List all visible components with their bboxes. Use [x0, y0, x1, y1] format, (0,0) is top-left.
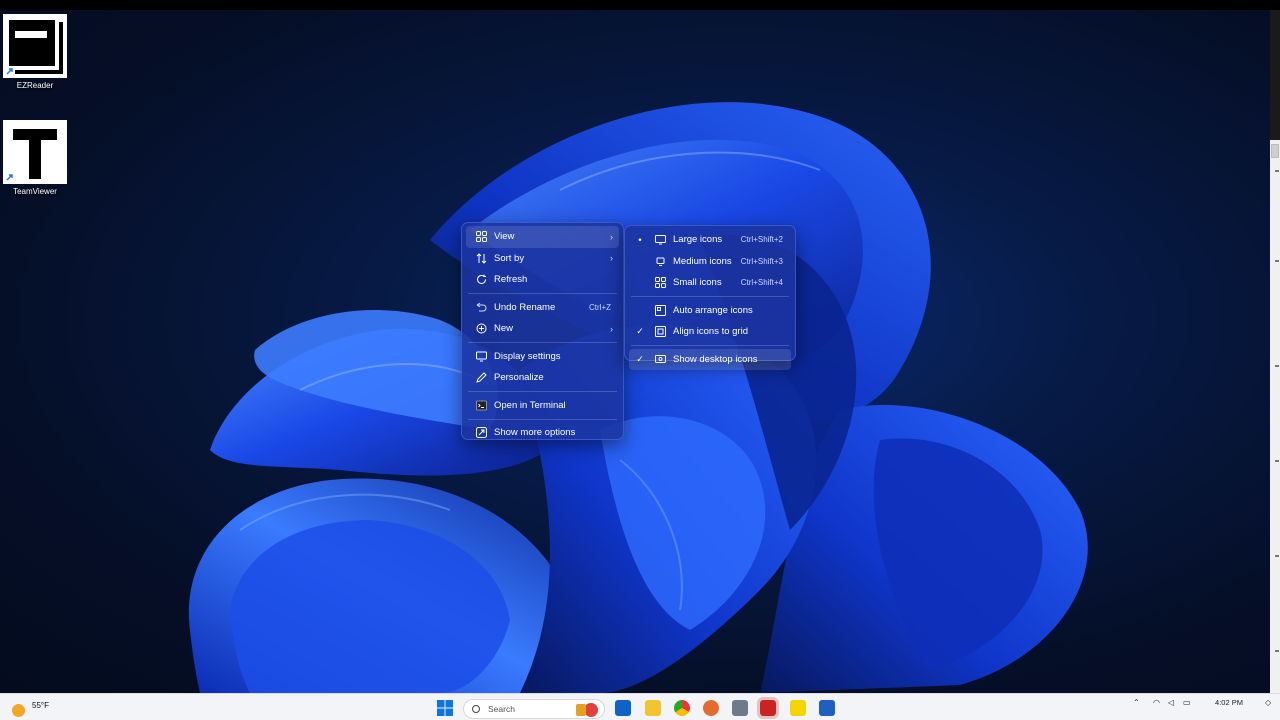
more-options-icon [474, 426, 488, 440]
battery-icon[interactable]: ▭ [1183, 698, 1191, 707]
submenu-item-medium-icons[interactable]: Medium icons Ctrl+Shift+3 [629, 251, 791, 273]
undo-icon [474, 300, 488, 314]
submenu-item-small-icons[interactable]: Small icons Ctrl+Shift+4 [629, 272, 791, 294]
weather-temperature: 55°F [32, 701, 49, 710]
menu-item-undo-rename[interactable]: Undo Rename Ctrl+Z [466, 297, 619, 319]
display-icon [474, 349, 488, 363]
menu-separator [468, 342, 617, 343]
submenu-item-show-desktop-icons[interactable]: ✓ Show desktop icons [629, 348, 791, 370]
taskbar-search-box[interactable]: Search [463, 699, 605, 719]
submenu-item-align-to-grid[interactable]: ✓ Align icons to grid [629, 321, 791, 343]
desktop-icon-label: TeamViewer [13, 187, 57, 196]
windows-logo-icon [437, 700, 453, 716]
shortcut-text: Ctrl+Shift+4 [740, 278, 783, 288]
shortcut-text: Ctrl+Shift+2 [740, 235, 783, 245]
firefox-icon[interactable] [703, 700, 719, 716]
chevron-right-icon: › [610, 323, 613, 334]
menu-separator [468, 293, 617, 294]
active-app-icon[interactable] [757, 697, 779, 719]
submenu-item-auto-arrange[interactable]: Auto arrange icons [629, 300, 791, 322]
teamviewer-app-icon [3, 120, 67, 184]
sort-icon [474, 251, 488, 265]
search-highlight-figure-icon [576, 704, 586, 716]
word-icon[interactable] [819, 700, 835, 716]
file-explorer-icon[interactable] [645, 700, 661, 716]
taskbar: 55°F Search ⌃ ◠ ◁ ▭ 4:02 PM ◇ [0, 693, 1280, 720]
ezreader-app-icon [3, 14, 67, 78]
shortcut-arrow-icon [5, 66, 15, 76]
desktop-icon-teamviewer[interactable]: TeamViewer [0, 120, 70, 196]
start-button[interactable] [437, 700, 453, 716]
taskbar-clock[interactable]: 4:02 PM [1206, 698, 1252, 707]
refresh-icon [474, 273, 488, 287]
menu-separator [631, 345, 789, 346]
menu-item-show-more-options[interactable]: Show more options [466, 422, 619, 444]
terminal-icon [474, 398, 488, 412]
right-scroll-strip [1270, 10, 1280, 693]
chevron-right-icon: › [610, 253, 613, 264]
shortcut-arrow-icon [5, 172, 15, 182]
menu-separator [468, 418, 617, 420]
desktop-icon-label: EZReader [16, 81, 54, 90]
menu-item-new[interactable]: New › [466, 318, 619, 340]
menu-separator [468, 391, 617, 392]
menu-item-display-settings[interactable]: Display settings [466, 346, 619, 368]
sun-icon [12, 704, 25, 717]
new-icon [474, 322, 488, 336]
search-placeholder: Search [488, 704, 515, 714]
notification-bell-icon[interactable]: ◇ [1265, 698, 1271, 707]
view-submenu: • Large icons Ctrl+Shift+2 Medium icons … [624, 225, 796, 370]
sticky-notes-icon[interactable] [790, 700, 806, 716]
checkmark-icon: ✓ [636, 326, 644, 337]
chevron-right-icon: › [610, 231, 613, 242]
outlook-app-icon[interactable] [615, 700, 631, 716]
small-grid-icon [653, 276, 667, 290]
pen-icon [474, 371, 488, 385]
monitor-large-icon [653, 233, 667, 247]
search-highlight-icon [584, 703, 598, 717]
settings-gear-icon[interactable] [732, 700, 748, 716]
menu-item-view[interactable]: View › [466, 226, 619, 248]
desktop-icons-icon [653, 352, 667, 366]
menu-item-sort-by[interactable]: Sort by › [466, 248, 619, 270]
submenu-item-large-icons[interactable]: • Large icons Ctrl+Shift+2 [629, 229, 791, 251]
chevron-up-icon[interactable]: ⌃ [1133, 698, 1140, 707]
menu-item-open-terminal[interactable]: Open in Terminal [466, 395, 619, 417]
chrome-icon[interactable] [674, 700, 690, 716]
weather-widget[interactable]: 55°F [12, 698, 49, 717]
search-icon [472, 705, 480, 713]
checkmark-icon: ✓ [636, 353, 644, 364]
menu-item-refresh[interactable]: Refresh [466, 269, 619, 291]
monitor-medium-icon [653, 254, 667, 268]
view-grid-icon [474, 230, 488, 244]
radio-dot-icon: • [638, 234, 642, 245]
auto-arrange-icon [653, 303, 667, 317]
scroll-thumb[interactable] [1271, 144, 1279, 158]
wifi-icon[interactable]: ◠ [1153, 698, 1160, 707]
align-grid-icon [653, 325, 667, 339]
volume-icon[interactable]: ◁ [1168, 698, 1174, 707]
menu-separator [631, 296, 789, 297]
shortcut-text: Ctrl+Shift+3 [740, 256, 783, 266]
desktop-icon-ezreader[interactable]: EZReader [0, 14, 70, 90]
desktop-context-menu: View › Sort by › Refresh Undo Rename Ctr… [461, 222, 624, 440]
menu-item-personalize[interactable]: Personalize [466, 367, 619, 389]
shortcut-text: Ctrl+Z [589, 302, 611, 312]
top-strip [0, 0, 1280, 10]
